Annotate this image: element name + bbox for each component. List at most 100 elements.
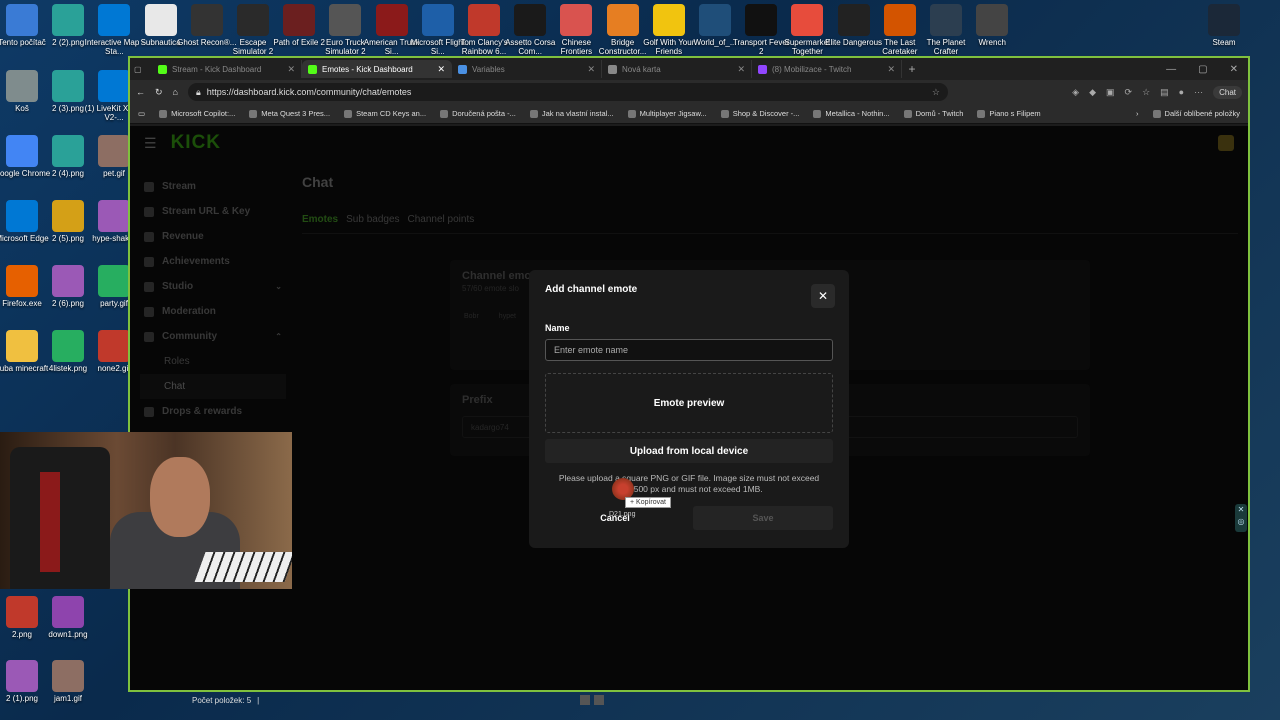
emote-preview-dropzone[interactable]: Emote preview [545, 373, 833, 433]
name-label: Name [545, 323, 570, 333]
file-icon [52, 70, 84, 102]
close-tab-icon[interactable]: ✕ [287, 64, 295, 75]
favorite-favicon-icon [344, 109, 353, 118]
app-icon [560, 4, 593, 36]
tab-favicon-icon [458, 64, 467, 74]
favorite-link[interactable]: Jak na vlastní instal... [529, 109, 614, 118]
favorite-star-icon[interactable]: ☆ [932, 87, 940, 98]
desktop-icon[interactable]: Wrench [962, 4, 1022, 48]
chevron-right-icon[interactable]: › [1136, 109, 1139, 118]
collections-icon[interactable]: ▤ [1160, 87, 1169, 98]
file-icon [98, 330, 130, 362]
favorite-link[interactable]: Shop & Discover -... [720, 109, 800, 118]
app-icon [329, 4, 362, 36]
side-panel-toggle-icon[interactable]: ✕ ◎ [1235, 504, 1247, 532]
file-icon [52, 200, 84, 232]
address-field[interactable]: 🔒︎ https://dashboard.kick.com/community/… [187, 83, 948, 101]
app-icon [421, 4, 454, 36]
shield-icon[interactable]: ◆ [1089, 87, 1096, 98]
browser-tab[interactable]: Nová karta ✕ [602, 60, 752, 78]
favorite-label: Piano s Filipem [989, 109, 1041, 118]
desktop-icon[interactable]: Steam [1194, 4, 1254, 48]
favorite-link[interactable]: Multiplayer Jigsaw... [627, 109, 707, 118]
chair-stripe [40, 472, 60, 572]
tab-favicon-icon [158, 64, 167, 74]
piano-keys [194, 552, 292, 582]
desktop-icon[interactable]: down1.png [38, 596, 98, 640]
file-icon [6, 330, 38, 362]
details-view-icon[interactable] [580, 695, 590, 705]
extension-icon-2[interactable]: ▣ [1106, 87, 1115, 98]
favorites-icon[interactable]: ☆ [1142, 87, 1150, 98]
new-tab-button[interactable]: + [902, 62, 922, 76]
close-tab-icon[interactable]: ✕ [437, 64, 445, 75]
save-button[interactable]: Save [693, 506, 833, 531]
favorite-label: Doručená pošta -... [452, 109, 516, 118]
file-icon [6, 200, 38, 232]
favorite-link[interactable]: Piano s Filipem [977, 109, 1041, 118]
close-tab-icon[interactable]: ✕ [737, 64, 745, 75]
tab-favicon-icon [308, 64, 317, 74]
back-icon[interactable]: ← [136, 87, 145, 97]
desktop-icon-label: Wrench [978, 38, 1006, 47]
close-window-icon[interactable]: ✕ [1230, 64, 1238, 75]
close-icon[interactable]: ✕ [811, 284, 835, 308]
more-icon[interactable]: ··· [1194, 87, 1203, 98]
copilot-chat-button[interactable]: Chat [1213, 85, 1242, 99]
file-icon [52, 660, 84, 692]
app-icon [606, 4, 639, 36]
maximize-icon[interactable]: ▢ [1198, 64, 1207, 75]
file-icon [98, 70, 130, 102]
favorite-link[interactable]: Microsoft Copilot:... [159, 109, 235, 118]
favorite-link[interactable]: Doručená pošta -... [440, 109, 516, 118]
favorite-label: Metallica - Nothin... [825, 109, 890, 118]
favorite-label: Shop & Discover -... [732, 109, 800, 118]
close-tab-icon[interactable]: ✕ [587, 64, 595, 75]
reload-icon[interactable]: ↻ [155, 87, 163, 98]
tab-actions-icon[interactable]: ▢ [134, 65, 152, 74]
favorite-label: Steam CD Keys an... [356, 109, 427, 118]
desktop-icon-label: Steam [1212, 38, 1236, 47]
favorite-favicon-icon [440, 109, 449, 118]
desktop-icon[interactable]: jam1.gif [38, 660, 98, 704]
app-icon [976, 4, 1009, 36]
profile-icon[interactable]: ● [1179, 87, 1184, 98]
add-emote-modal: Add channel emote ✕ Name Emote preview U… [529, 270, 849, 548]
file-icon [98, 135, 130, 167]
favorite-link[interactable]: Meta Quest 3 Pres... [249, 109, 330, 118]
app-icon [930, 4, 962, 36]
app-icon [745, 4, 778, 36]
app-icon [98, 4, 131, 36]
emote-preview-label: Emote preview [653, 397, 725, 409]
favorite-label: Multiplayer Jigsaw... [639, 109, 707, 118]
browser-tab[interactable]: Stream - Kick Dashboard ✕ [152, 60, 302, 78]
app-icon [699, 4, 731, 36]
extension-icon[interactable]: ◈ [1072, 87, 1079, 98]
emote-name-input[interactable] [545, 339, 833, 361]
minimize-icon[interactable]: — [1166, 64, 1176, 75]
browser-tab[interactable]: Variables ✕ [452, 60, 602, 78]
app-icon [190, 4, 223, 36]
favorite-link[interactable]: Metallica - Nothin... [813, 109, 890, 118]
browser-tab[interactable]: Emotes - Kick Dashboard ✕ [302, 60, 452, 78]
app-icon [514, 4, 547, 36]
favorite-label: Meta Quest 3 Pres... [261, 109, 331, 118]
tiles-view-icon[interactable] [594, 695, 604, 705]
home-icon[interactable]: ⌂ [173, 87, 178, 97]
gaming-chair [10, 447, 110, 589]
favorite-favicon-icon [159, 109, 168, 118]
favorites-import-icon[interactable]: ▭ [138, 109, 145, 118]
upload-button[interactable]: Upload from local device [545, 439, 833, 463]
browser-tab[interactable]: (8) Mobilizace - Twitch ✕ [752, 60, 902, 78]
close-tab-icon[interactable]: ✕ [887, 64, 895, 75]
favorite-link[interactable]: Steam CD Keys an... [344, 109, 426, 118]
file-icon [6, 596, 38, 628]
sync-icon[interactable]: ⟳ [1125, 87, 1133, 98]
favorites-bar: ▭ Microsoft Copilot:... Meta Quest 3 Pres… [130, 104, 1248, 124]
favorite-link[interactable]: Domů - Twitch [903, 109, 963, 118]
other-favorites[interactable]: Další oblíbené položky [1152, 109, 1240, 118]
app-icon [1208, 4, 1240, 36]
tab-favicon-icon [608, 64, 617, 74]
app-icon [468, 4, 500, 36]
person-head [150, 457, 210, 537]
